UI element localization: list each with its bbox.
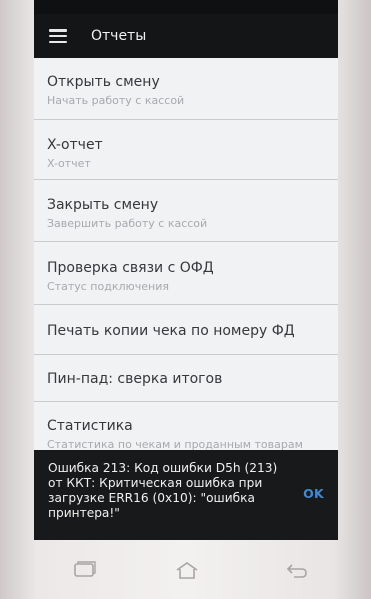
error-message: Ошибка 213: Код ошибки D5h (213) от ККТ:… bbox=[48, 461, 278, 520]
reports-menu-list: Открыть смену Начать работу с кассой X-о… bbox=[34, 58, 338, 450]
menu-item-subtitle: Статистика по чекам и проданным товарам bbox=[47, 438, 303, 450]
home-icon[interactable] bbox=[174, 560, 200, 582]
menu-item-close-shift[interactable]: Закрыть смену Завершить работу с кассой bbox=[34, 180, 338, 242]
menu-item-title: X-отчет bbox=[47, 137, 103, 153]
menu-item-statistics[interactable]: Статистика Статистика по чекам и проданн… bbox=[34, 402, 338, 450]
menu-item-title: Статистика bbox=[47, 418, 133, 434]
snackbar-ok-button[interactable]: OK bbox=[303, 486, 324, 501]
menu-item-subtitle: X-отчет bbox=[47, 157, 91, 170]
back-icon[interactable] bbox=[284, 560, 310, 582]
app-bar: Отчеты bbox=[34, 14, 338, 58]
menu-item-subtitle: Начать работу с кассой bbox=[47, 94, 185, 107]
phone-screen: Отчеты Открыть смену Начать работу с кас… bbox=[34, 0, 338, 540]
menu-item-subtitle: Завершить работу с кассой bbox=[47, 217, 208, 230]
phone-device: Отчеты Открыть смену Начать работу с кас… bbox=[0, 0, 371, 599]
error-snackbar: Ошибка 213: Код ошибки D5h (213) от ККТ:… bbox=[34, 450, 338, 540]
menu-item-title: Открыть смену bbox=[47, 74, 160, 90]
menu-item-subtitle: Статус подключения bbox=[47, 280, 169, 293]
menu-item-print-receipt-copy[interactable]: Печать копии чека по номеру ФД bbox=[34, 305, 338, 355]
page-title: Отчеты bbox=[91, 28, 147, 44]
menu-item-ofd-check[interactable]: Проверка связи с ОФД Статус подключения bbox=[34, 242, 338, 305]
menu-item-title: Пин-пад: сверка итогов bbox=[47, 371, 223, 387]
recent-apps-icon[interactable] bbox=[72, 560, 98, 582]
menu-item-open-shift[interactable]: Открыть смену Начать работу с кассой bbox=[34, 58, 338, 120]
menu-item-title: Закрыть смену bbox=[47, 197, 159, 213]
menu-item-pinpad-reconciliation[interactable]: Пин-пад: сверка итогов bbox=[34, 355, 338, 402]
menu-item-x-report[interactable]: X-отчет X-отчет bbox=[34, 120, 338, 180]
menu-item-title: Печать копии чека по номеру ФД bbox=[47, 323, 295, 339]
menu-item-title: Проверка связи с ОФД bbox=[47, 260, 214, 276]
hamburger-menu-icon[interactable] bbox=[49, 29, 67, 43]
